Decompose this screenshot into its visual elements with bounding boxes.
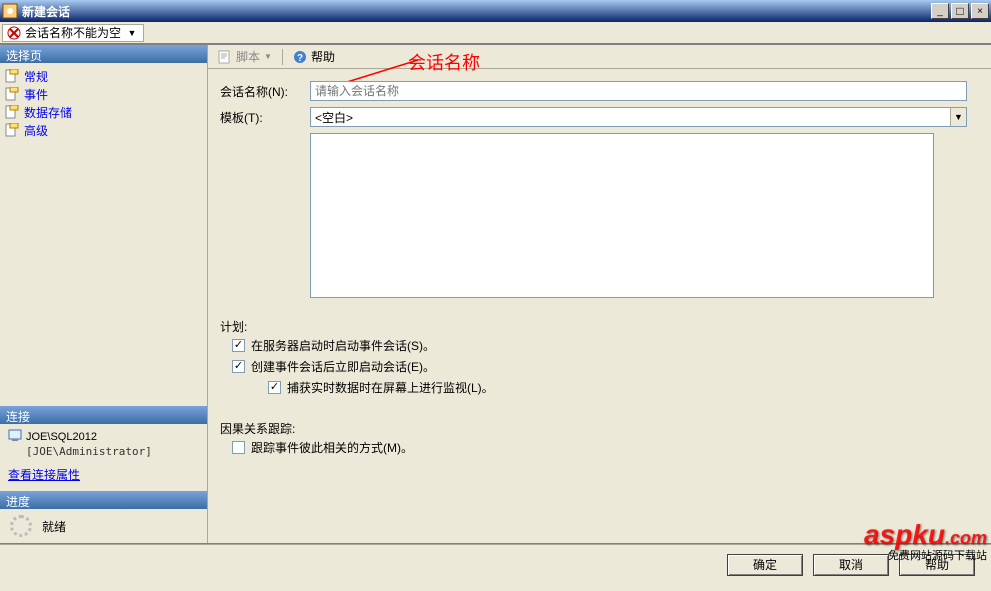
right-panel: 脚本 ▼ ? 帮助 会话名称 会话名称(N): 模板(T): <空白> [208, 45, 991, 543]
error-dropdown-icon[interactable]: ▼ [125, 28, 139, 38]
app-icon [2, 3, 18, 19]
session-name-input[interactable] [310, 81, 967, 101]
chevron-down-icon: ▼ [264, 52, 272, 61]
title-bar: 新建会话 _ □ × [0, 0, 991, 22]
nav-item-events[interactable]: 事件 [4, 85, 203, 103]
toolbar: 脚本 ▼ ? 帮助 [208, 45, 991, 69]
template-select[interactable]: <空白> ▼ [310, 107, 967, 127]
progress-spinner-icon [10, 515, 32, 537]
page-icon [4, 104, 20, 120]
nav-item-general[interactable]: 常规 [4, 67, 203, 85]
nav-item-storage[interactable]: 数据存储 [4, 103, 203, 121]
ok-button[interactable]: 确定 [727, 554, 803, 576]
start-after-create-label: 创建事件会话后立即启动会话(E)。 [251, 358, 435, 375]
page-icon [4, 86, 20, 102]
view-connection-properties-link[interactable]: 查看连接属性 [0, 462, 207, 491]
window-title: 新建会话 [22, 3, 931, 20]
select-page-header: 选择页 [0, 45, 207, 63]
nav-label: 高级 [24, 122, 48, 139]
start-on-server-startup-checkbox[interactable] [232, 339, 245, 352]
nav-label: 常规 [24, 68, 48, 85]
connection-server: JOE\SQL2012 [8, 428, 199, 445]
page-icon [4, 68, 20, 84]
watch-live-data-label: 捕获实时数据时在屏幕上进行监视(L)。 [287, 379, 494, 396]
start-after-create-checkbox[interactable] [232, 360, 245, 373]
help-dialog-button[interactable]: 帮助 [899, 554, 975, 576]
button-bar: 确定 取消 帮助 [0, 544, 991, 584]
error-icon [7, 26, 21, 40]
svg-text:?: ? [297, 53, 303, 64]
nav-item-advanced[interactable]: 高级 [4, 121, 203, 139]
track-causality-checkbox[interactable] [232, 441, 245, 454]
connection-user: [JOE\Administrator] [8, 445, 199, 458]
template-description-textarea[interactable] [310, 133, 934, 298]
connection-header: 连接 [0, 406, 207, 424]
chevron-down-icon: ▼ [950, 108, 966, 126]
minimize-button[interactable]: _ [931, 3, 949, 19]
error-bar: 会话名称不能为空 ▼ [0, 22, 991, 44]
nav-label: 事件 [24, 86, 48, 103]
plan-group-label: 计划: [220, 318, 967, 335]
script-button[interactable]: 脚本 ▼ [214, 47, 276, 66]
progress-status: 就绪 [42, 518, 66, 535]
cancel-button[interactable]: 取消 [813, 554, 889, 576]
page-icon [4, 122, 20, 138]
track-causality-label: 跟踪事件彼此相关的方式(M)。 [251, 439, 413, 456]
nav-label: 数据存储 [24, 104, 72, 121]
progress-header: 进度 [0, 491, 207, 509]
left-panel: 选择页 常规 事件 数据存储 高级 连接 JOE\SQL [0, 45, 208, 543]
start-on-server-startup-label: 在服务器启动时启动事件会话(S)。 [251, 337, 435, 354]
help-button[interactable]: ? 帮助 [289, 47, 339, 66]
watch-live-data-checkbox[interactable] [268, 381, 281, 394]
toolbar-separator [282, 49, 283, 65]
session-name-label: 会话名称(N): [220, 83, 310, 100]
template-label: 模板(T): [220, 109, 310, 126]
causality-group-label: 因果关系跟踪: [220, 420, 967, 437]
server-icon [8, 428, 22, 445]
error-message: 会话名称不能为空 [25, 24, 121, 41]
close-button[interactable]: × [971, 3, 989, 19]
maximize-button[interactable]: □ [951, 3, 969, 19]
